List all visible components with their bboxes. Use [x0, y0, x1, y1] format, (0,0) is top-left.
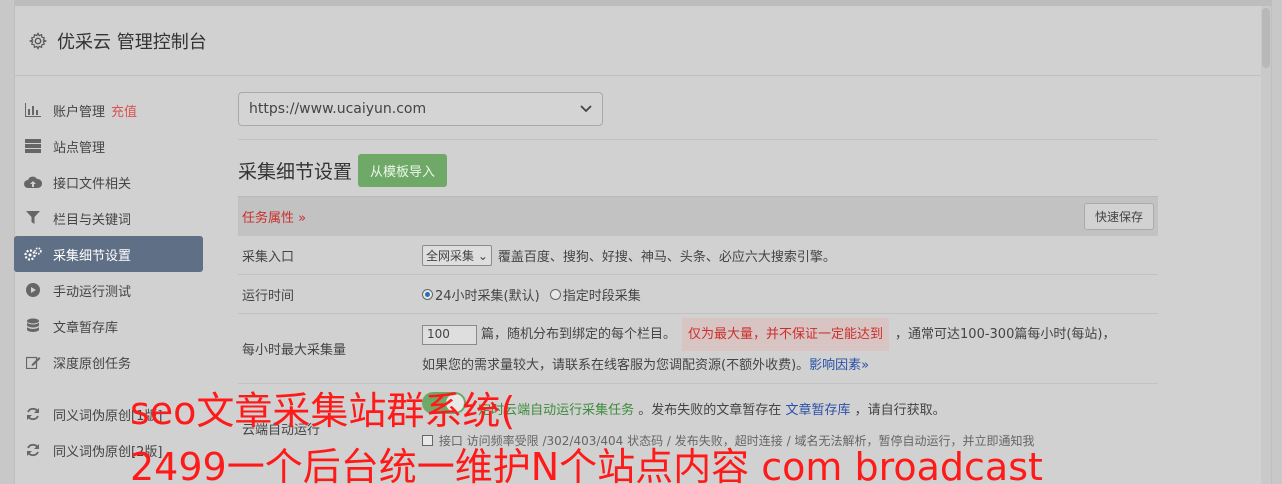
radio-time-range[interactable]: [549, 288, 561, 300]
refresh-icon: [24, 442, 42, 458]
watermark-line-1: seo文章采集站群系统(: [130, 389, 516, 433]
max-per-hour-input[interactable]: 100: [422, 324, 477, 345]
server-icon: [24, 138, 42, 154]
site-select-value: https://www.ucaiyun.com: [249, 101, 427, 117]
radio-24h-label: 24小时采集(默认): [435, 288, 540, 304]
section-title: 采集细节设置: [238, 160, 353, 183]
sidebar-item-label: 采集细节设置: [53, 248, 132, 264]
cloud-text-3: ，请自行获取。: [854, 403, 946, 418]
scrollbar-thumb[interactable]: [1262, 8, 1270, 68]
row-run-time: 运行时间 24小时采集(默认) 指定时段采集: [238, 274, 1158, 313]
influence-factors-link[interactable]: 影响因素»: [809, 351, 869, 380]
radio-time-range-label: 指定时段采集: [562, 288, 641, 304]
max-warning: 仅为最大量，并不保证一定能达到: [682, 318, 890, 351]
cloud-line-1: 定时云端自动运行采集任务 。发布失败的文章暂存在 文章暂存库 ，请自行获取。: [422, 392, 1158, 422]
play-circle-icon: [24, 282, 42, 298]
sidebar-item-sites[interactable]: 站点管理: [14, 128, 203, 164]
row-label: 每小时最大采集量: [242, 343, 347, 358]
bar-chart-icon: [24, 102, 42, 118]
max-text-3: 如果您的需求量较大，请联系在线客服为您调配资源(不额外收费)。: [422, 358, 810, 373]
row-value: 24小时采集(默认) 指定时段采集: [422, 275, 1158, 313]
sidebar-item-manual-run[interactable]: 手动运行测试: [14, 272, 203, 308]
sidebar-item-account[interactable]: 账户管理 充值: [14, 92, 203, 128]
edit-icon: [24, 354, 42, 370]
row-value: 全网采集 ⌄ 覆盖百度、搜狗、好搜、神马、头条、必应六大搜索引擎。: [422, 236, 1158, 274]
refresh-icon: [24, 406, 42, 422]
radio-24h[interactable]: [422, 288, 433, 300]
scrollbar[interactable]: [1261, 6, 1271, 484]
chevron-down-icon: [580, 105, 592, 113]
task-properties-bar: 任务属性 » 快速保存: [238, 196, 1158, 235]
task-properties-toggle[interactable]: 任务属性 »: [242, 207, 306, 226]
sidebar-item-label: 手动运行测试: [53, 284, 132, 300]
sidebar-item-label: 站点管理: [53, 140, 106, 156]
row-collect-entry: 采集入口 全网采集 ⌄ 覆盖百度、搜狗、好搜、神马、头条、必应六大搜索引擎。: [238, 235, 1158, 274]
database-icon: [24, 318, 42, 334]
sidebar-item-label: 栏目与关键词: [53, 212, 132, 228]
gears-icon: [24, 246, 42, 262]
row-max-per-hour: 每小时最大采集量 100 篇，随机分布到绑定的每个栏目。 仅为最大量，并不保证一…: [238, 313, 1158, 383]
max-text-1: 篇，随机分布到绑定的每个栏目。: [481, 327, 677, 342]
filter-icon: [24, 210, 42, 226]
sidebar-item-label: 接口文件相关: [53, 176, 132, 192]
sidebar-item-label: 账户管理: [53, 104, 106, 120]
site-select[interactable]: https://www.ucaiyun.com: [238, 92, 603, 126]
header: 优采云 管理控制台: [15, 6, 1271, 76]
sidebar-item-collect-settings[interactable]: 采集细节设置: [14, 236, 203, 272]
cloud-text-2: 。发布失败的文章暂存在: [638, 403, 782, 418]
sidebar-item-label: 文章暂存库: [53, 320, 119, 336]
sidebar-item-label: 深度原创任务: [53, 356, 132, 372]
row-value: 100 篇，随机分布到绑定的每个栏目。 仅为最大量，并不保证一定能达到 ，通常可…: [422, 314, 1158, 383]
gear-icon: [29, 31, 47, 50]
row-label: 运行时间: [242, 288, 295, 304]
collect-entry-desc: 覆盖百度、搜狗、好搜、神马、头条、必应六大搜索引擎。: [497, 249, 836, 265]
sidebar-item-article-store[interactable]: 文章暂存库: [14, 308, 203, 344]
quick-save-button[interactable]: 快速保存: [1083, 202, 1154, 230]
collect-entry-select[interactable]: 全网采集 ⌄: [422, 244, 492, 266]
sidebar-item-deep-original[interactable]: 深度原创任务: [14, 344, 203, 380]
article-store-link[interactable]: 文章暂存库: [785, 403, 850, 418]
divider: [238, 139, 1158, 140]
row-label: 采集入口: [242, 249, 295, 265]
page-title: 优采云 管理控制台: [57, 31, 207, 53]
cloud-upload-icon: [24, 174, 42, 190]
watermark-line-2: 2499一个后台统一维护N个站点内容 com broadcast: [130, 445, 1043, 484]
sidebar-item-columns-keywords[interactable]: 栏目与关键词: [14, 200, 203, 236]
recharge-link[interactable]: 充值: [111, 101, 137, 120]
section-header: 采集细节设置 从模板导入: [238, 153, 1158, 187]
import-template-button[interactable]: 从模板导入: [358, 153, 448, 187]
sidebar-item-interface-files[interactable]: 接口文件相关: [14, 164, 203, 200]
max-text-2: ，通常可达100-300篇每小时(每站)，: [895, 327, 1116, 342]
collect-entry-select-value: 全网采集: [426, 248, 475, 263]
